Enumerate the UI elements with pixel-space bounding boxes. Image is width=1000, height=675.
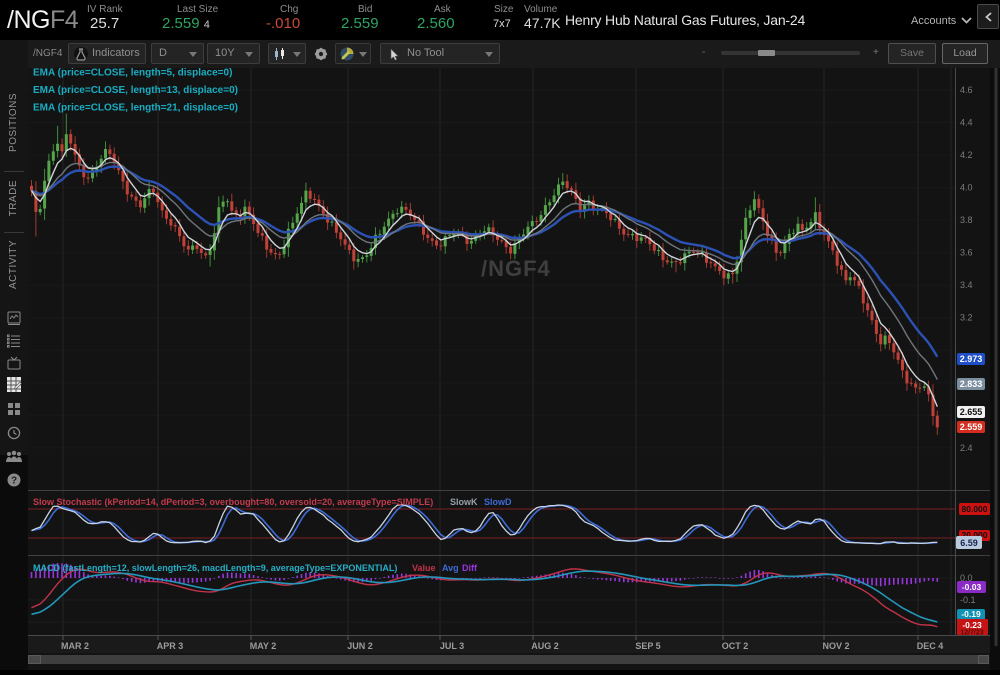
svg-text:4.0: 4.0 xyxy=(960,183,973,193)
svg-text:MAY 2: MAY 2 xyxy=(250,641,277,651)
svg-text:Slow Stochastic (kPeriod=14, d: Slow Stochastic (kPeriod=14, dPeriod=3, … xyxy=(33,497,433,507)
svg-text:4.2: 4.2 xyxy=(960,150,973,160)
svg-text:SlowK: SlowK xyxy=(450,497,478,507)
svg-text:12/7/23: 12/7/23 xyxy=(960,630,983,637)
svg-text:EMA (price=CLOSE, length=21, d: EMA (price=CLOSE, length=21, displace=0) xyxy=(33,103,238,114)
svg-text:2.4: 2.4 xyxy=(960,443,973,453)
svg-text:3.4: 3.4 xyxy=(960,280,973,290)
svg-text:6.59: 6.59 xyxy=(960,538,978,548)
svg-text:JUN 2: JUN 2 xyxy=(347,641,373,651)
svg-text:-0.03: -0.03 xyxy=(962,582,982,592)
svg-text:EMA (price=CLOSE, length=5, di: EMA (price=CLOSE, length=5, displace=0) xyxy=(33,68,232,79)
svg-text:3.2: 3.2 xyxy=(960,313,973,323)
svg-text:3.6: 3.6 xyxy=(960,248,973,258)
svg-text:MAR 2: MAR 2 xyxy=(61,641,89,651)
svg-text:3.8: 3.8 xyxy=(960,215,973,225)
svg-text:SlowD: SlowD xyxy=(484,497,512,507)
svg-text:MACD (fastLength=12, slowLengt: MACD (fastLength=12, slowLength=26, macd… xyxy=(33,563,397,573)
svg-text:2.973: 2.973 xyxy=(960,354,983,364)
svg-text:APR 3: APR 3 xyxy=(157,641,184,651)
svg-text:4.4: 4.4 xyxy=(960,118,973,128)
svg-text:4.6: 4.6 xyxy=(960,85,973,95)
svg-text:-0.1: -0.1 xyxy=(960,595,976,605)
svg-text:-0.23: -0.23 xyxy=(962,620,982,630)
svg-text:Avg: Avg xyxy=(442,563,459,573)
svg-text:?: ? xyxy=(11,476,17,487)
svg-text:AUG 2: AUG 2 xyxy=(531,641,559,651)
svg-text:2.559: 2.559 xyxy=(960,422,983,432)
svg-text:Diff: Diff xyxy=(462,563,478,573)
svg-text:Value: Value xyxy=(412,563,436,573)
svg-text:JUL 3: JUL 3 xyxy=(440,641,464,651)
svg-text:80.000: 80.000 xyxy=(962,504,988,514)
svg-text:2.833: 2.833 xyxy=(960,379,983,389)
svg-text:NOV 2: NOV 2 xyxy=(822,641,849,651)
svg-text:SEP 5: SEP 5 xyxy=(635,641,660,651)
svg-text:EMA (price=CLOSE, length=13, d: EMA (price=CLOSE, length=13, displace=0) xyxy=(33,85,238,96)
svg-text:OCT 2: OCT 2 xyxy=(722,641,749,651)
svg-text:2.655: 2.655 xyxy=(960,407,983,417)
svg-text:DEC 4: DEC 4 xyxy=(917,641,944,651)
svg-text:-0.19: -0.19 xyxy=(961,609,981,619)
svg-text:/NGF4: /NGF4 xyxy=(481,256,551,281)
